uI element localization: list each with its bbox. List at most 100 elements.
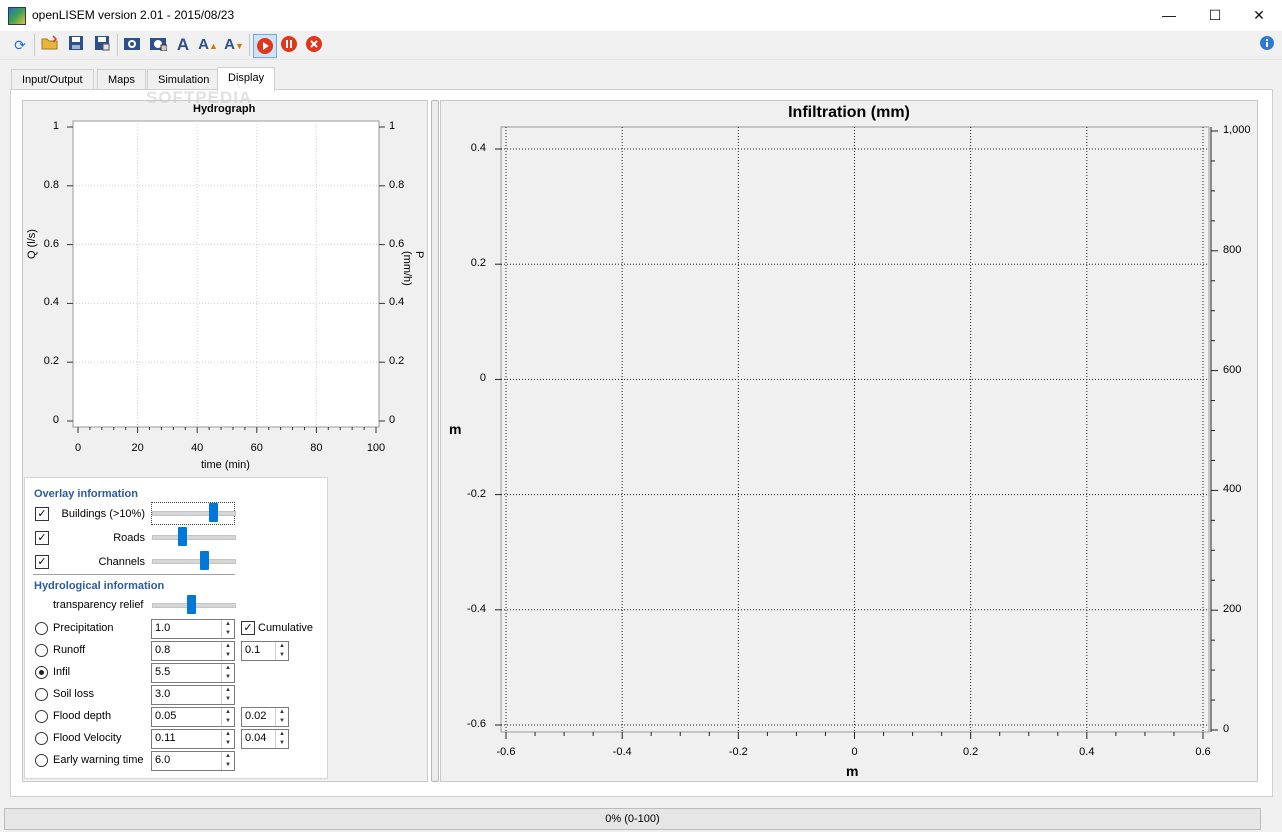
hydro-threshold-spinbox[interactable]: 0.04 ▲ ▼ — [241, 729, 289, 749]
spinbox-arrows-icon[interactable]: ▲ ▼ — [275, 730, 288, 748]
tab-display[interactable]: Display — [217, 67, 276, 91]
tab-simulation[interactable]: Simulation — [147, 69, 221, 90]
spinbox-arrows-icon[interactable]: ▲ ▼ — [221, 752, 234, 770]
run-icon[interactable] — [253, 34, 277, 58]
hydro-threshold-spinbox[interactable]: 0.02 ▲ ▼ — [241, 707, 289, 727]
pause-icon[interactable] — [279, 35, 299, 55]
cumulative-checkbox[interactable]: ✓ — [241, 621, 255, 635]
transparency-relief-slider-handle[interactable] — [187, 595, 197, 614]
hydrograph-ytick-label: 0 — [52, 414, 59, 426]
panel-splitter[interactable] — [431, 100, 439, 782]
radio-infil[interactable] — [35, 666, 48, 679]
spinbox-value: 5.5 — [155, 666, 171, 678]
stop-icon[interactable] — [304, 35, 324, 55]
map-ytick-label: -0.4 — [467, 602, 486, 615]
map-xtick-label: 0 — [851, 746, 858, 758]
hydro-value-spinbox[interactable]: 0.8 ▲ ▼ — [151, 641, 235, 661]
window-title: openLISEM version 2.01 - 2015/08/23 — [32, 8, 235, 22]
hydrograph-xtick-label: 60 — [250, 442, 263, 454]
hydrograph-ytick-label: 0.4 — [43, 296, 59, 309]
map-xtick-label: -0.6 — [496, 746, 516, 758]
tab-input-output[interactable]: Input/Output — [11, 69, 94, 90]
radio-flood-velocity[interactable] — [35, 732, 48, 745]
spinbox-arrows-icon[interactable]: ▲ ▼ — [221, 642, 234, 660]
spinbox-value: 1.0 — [155, 622, 171, 634]
open-folder-icon[interactable] — [40, 35, 60, 55]
hydro-threshold-spinbox[interactable]: 0.1 ▲ ▼ — [241, 641, 289, 661]
hydro-row-label: Flood Velocity — [53, 732, 122, 744]
spinbox-arrows-icon[interactable]: ▲ ▼ — [221, 730, 234, 748]
spinbox-value: 0.8 — [155, 644, 171, 656]
hydrograph-xtick-label: 80 — [310, 442, 323, 454]
overlay-settings-box: Overlay information ✓ Buildings (>10%) ✓… — [24, 477, 328, 779]
colorbar-tick-label: 0 — [1223, 723, 1230, 735]
hydro-value-spinbox[interactable]: 3.0 ▲ ▼ — [151, 685, 235, 705]
hydrograph-ytick-label: 0.6 — [43, 237, 59, 250]
toolbar-separator — [34, 34, 35, 56]
hydrograph-ytick-label-right: 0.6 — [389, 237, 405, 250]
hydro-value-spinbox[interactable]: 0.05 ▲ ▼ — [151, 707, 235, 727]
hydrograph-xtick-label: 20 — [131, 442, 144, 454]
spinbox-value: 0.04 — [245, 732, 267, 744]
roads-slider[interactable] — [152, 535, 236, 540]
save-as-icon[interactable] — [92, 35, 112, 55]
hydro-row-label: Runoff — [53, 644, 86, 656]
info-icon[interactable] — [1257, 35, 1277, 55]
map-panel: Infiltration (mm) m m 0.4 0.2 0 -0.2 -0.4 -0.… — [440, 100, 1258, 782]
font-increase-icon[interactable]: A▲ — [198, 35, 218, 55]
minimize-button[interactable]: — — [1146, 0, 1192, 31]
refresh-icon[interactable]: ⟳ — [10, 35, 30, 55]
hydro-value-spinbox[interactable]: 6.0 ▲ ▼ — [151, 751, 235, 771]
transparency-relief-label: transparency relief — [53, 599, 144, 611]
tab-maps[interactable]: Maps — [97, 69, 146, 90]
hydrograph-canvas — [72, 120, 380, 428]
radio-runoff[interactable] — [35, 644, 48, 657]
spinbox-arrows-icon[interactable]: ▲ ▼ — [275, 642, 288, 660]
hydro-value-spinbox[interactable]: 5.5 ▲ ▼ — [151, 663, 235, 683]
hydrograph-xtick-label: 100 — [366, 442, 386, 454]
screenshot-all-icon[interactable] — [148, 35, 168, 55]
channels-checkbox[interactable]: ✓ — [35, 555, 49, 569]
map-ytick-label: -0.6 — [467, 718, 486, 730]
hydro-row-label: Infil — [53, 666, 71, 678]
hydro-value-spinbox[interactable]: 1.0 ▲ ▼ — [151, 619, 235, 639]
colorbar-tick-label: 200 — [1223, 603, 1242, 616]
font-icon[interactable]: A — [173, 35, 193, 55]
channels-slider[interactable] — [152, 559, 236, 564]
screenshot-icon[interactable] — [122, 35, 142, 55]
radio-early-warning-time[interactable] — [35, 754, 48, 767]
spinbox-arrows-icon[interactable]: ▲ ▼ — [221, 620, 234, 638]
hydrograph-ytick-label-right: 1 — [389, 120, 396, 132]
toolbar-separator — [117, 34, 118, 56]
colorbar-tick-label: 1,000 — [1223, 124, 1251, 136]
buildings-slider-handle[interactable] — [208, 503, 218, 522]
hydrograph-ylabel-right: P (mm/h) — [401, 251, 425, 286]
radio-flood-depth[interactable] — [35, 710, 48, 723]
save-icon[interactable] — [66, 35, 86, 55]
spinbox-arrows-icon[interactable]: ▲ ▼ — [221, 686, 234, 704]
map-xtick-label: 0.2 — [963, 746, 979, 758]
spinbox-arrows-icon[interactable]: ▲ ▼ — [221, 708, 234, 726]
radio-soil-loss[interactable] — [35, 688, 48, 701]
spinbox-arrows-icon[interactable]: ▲ ▼ — [275, 708, 288, 726]
toolbar-separator — [249, 34, 250, 56]
hydro-value-spinbox[interactable]: 0.11 ▲ ▼ — [151, 729, 235, 749]
font-decrease-icon[interactable]: A▼ — [224, 35, 244, 55]
channels-slider-handle[interactable] — [200, 551, 210, 570]
roads-slider-handle[interactable] — [178, 527, 188, 546]
close-button[interactable]: ✕ — [1236, 0, 1282, 31]
buildings-checkbox[interactable]: ✓ — [35, 507, 49, 521]
hydro-row-label: Soil loss — [53, 688, 94, 700]
buildings-slider[interactable] — [152, 511, 236, 516]
map-xlabel: m — [846, 763, 859, 779]
hydro-row-label: Flood depth — [53, 710, 112, 722]
maximize-button[interactable]: ☐ — [1192, 0, 1238, 31]
roads-checkbox[interactable]: ✓ — [35, 531, 49, 545]
spinbox-arrows-icon[interactable]: ▲ ▼ — [221, 664, 234, 682]
hydrograph-ytick-label: 0.2 — [43, 355, 59, 368]
spinbox-value: 3.0 — [155, 688, 171, 700]
map-xtick-label: -0.4 — [612, 746, 632, 758]
hydrograph-ytick-label-right: 0.2 — [389, 355, 405, 368]
spinbox-value: 0.02 — [245, 710, 267, 722]
radio-precipitation[interactable] — [35, 622, 48, 635]
